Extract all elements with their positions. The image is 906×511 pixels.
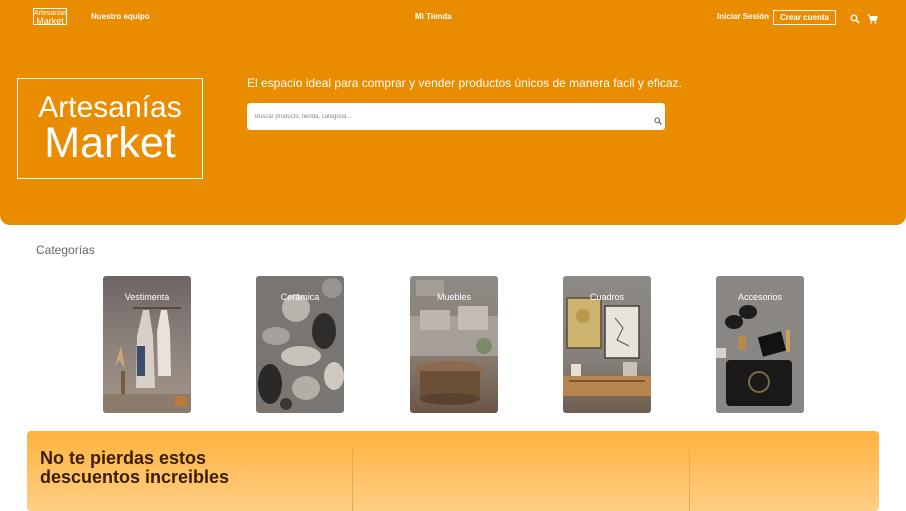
category-label: Vestimenta bbox=[124, 292, 170, 302]
search-bar bbox=[247, 103, 665, 130]
categories-title: Categorías bbox=[36, 243, 95, 257]
signup-button[interactable]: Crear cuenta bbox=[773, 10, 836, 25]
nav-logo-line2: Market bbox=[36, 16, 64, 26]
category-label: Cerámica bbox=[280, 292, 320, 302]
category-label: Cuadros bbox=[589, 292, 625, 302]
nav-link-my-store[interactable]: Mi Tienda bbox=[415, 12, 452, 21]
category-card-ceramica[interactable]: Cerámica bbox=[256, 276, 344, 413]
hero-header: Artesanías Market Nuestro equipo Mi Tien… bbox=[0, 0, 906, 225]
login-link[interactable]: Iniciar Sesión bbox=[717, 12, 769, 21]
category-card-muebles[interactable]: Muebles bbox=[410, 276, 498, 413]
hero-logo: Artesanías Market bbox=[17, 78, 203, 179]
hero-logo-line2: Market bbox=[44, 119, 176, 167]
category-card-vestimenta[interactable]: Vestimenta bbox=[103, 276, 191, 413]
hero-tagline: El espacio ideal para comprar y vender p… bbox=[247, 76, 682, 90]
nav-link-team[interactable]: Nuestro equipo bbox=[91, 12, 150, 21]
cart-icon[interactable] bbox=[867, 11, 878, 24]
category-card-cuadros[interactable]: Cuadros bbox=[563, 276, 651, 413]
category-label: Accesorios bbox=[737, 292, 782, 302]
category-card-accesorios[interactable]: Accesorios bbox=[716, 276, 804, 413]
category-label: Muebles bbox=[436, 292, 472, 302]
promo-title: No te pierdas estos descuentos increible… bbox=[40, 448, 230, 487]
promo-divider bbox=[352, 446, 353, 511]
nav-logo[interactable]: Artesanías Market bbox=[33, 8, 67, 26]
search-input[interactable] bbox=[255, 110, 635, 123]
promo-divider bbox=[689, 446, 690, 511]
promo-banner: No te pierdas estos descuentos increible… bbox=[27, 431, 879, 511]
search-submit-icon[interactable] bbox=[654, 112, 662, 125]
search-icon[interactable] bbox=[850, 11, 861, 24]
